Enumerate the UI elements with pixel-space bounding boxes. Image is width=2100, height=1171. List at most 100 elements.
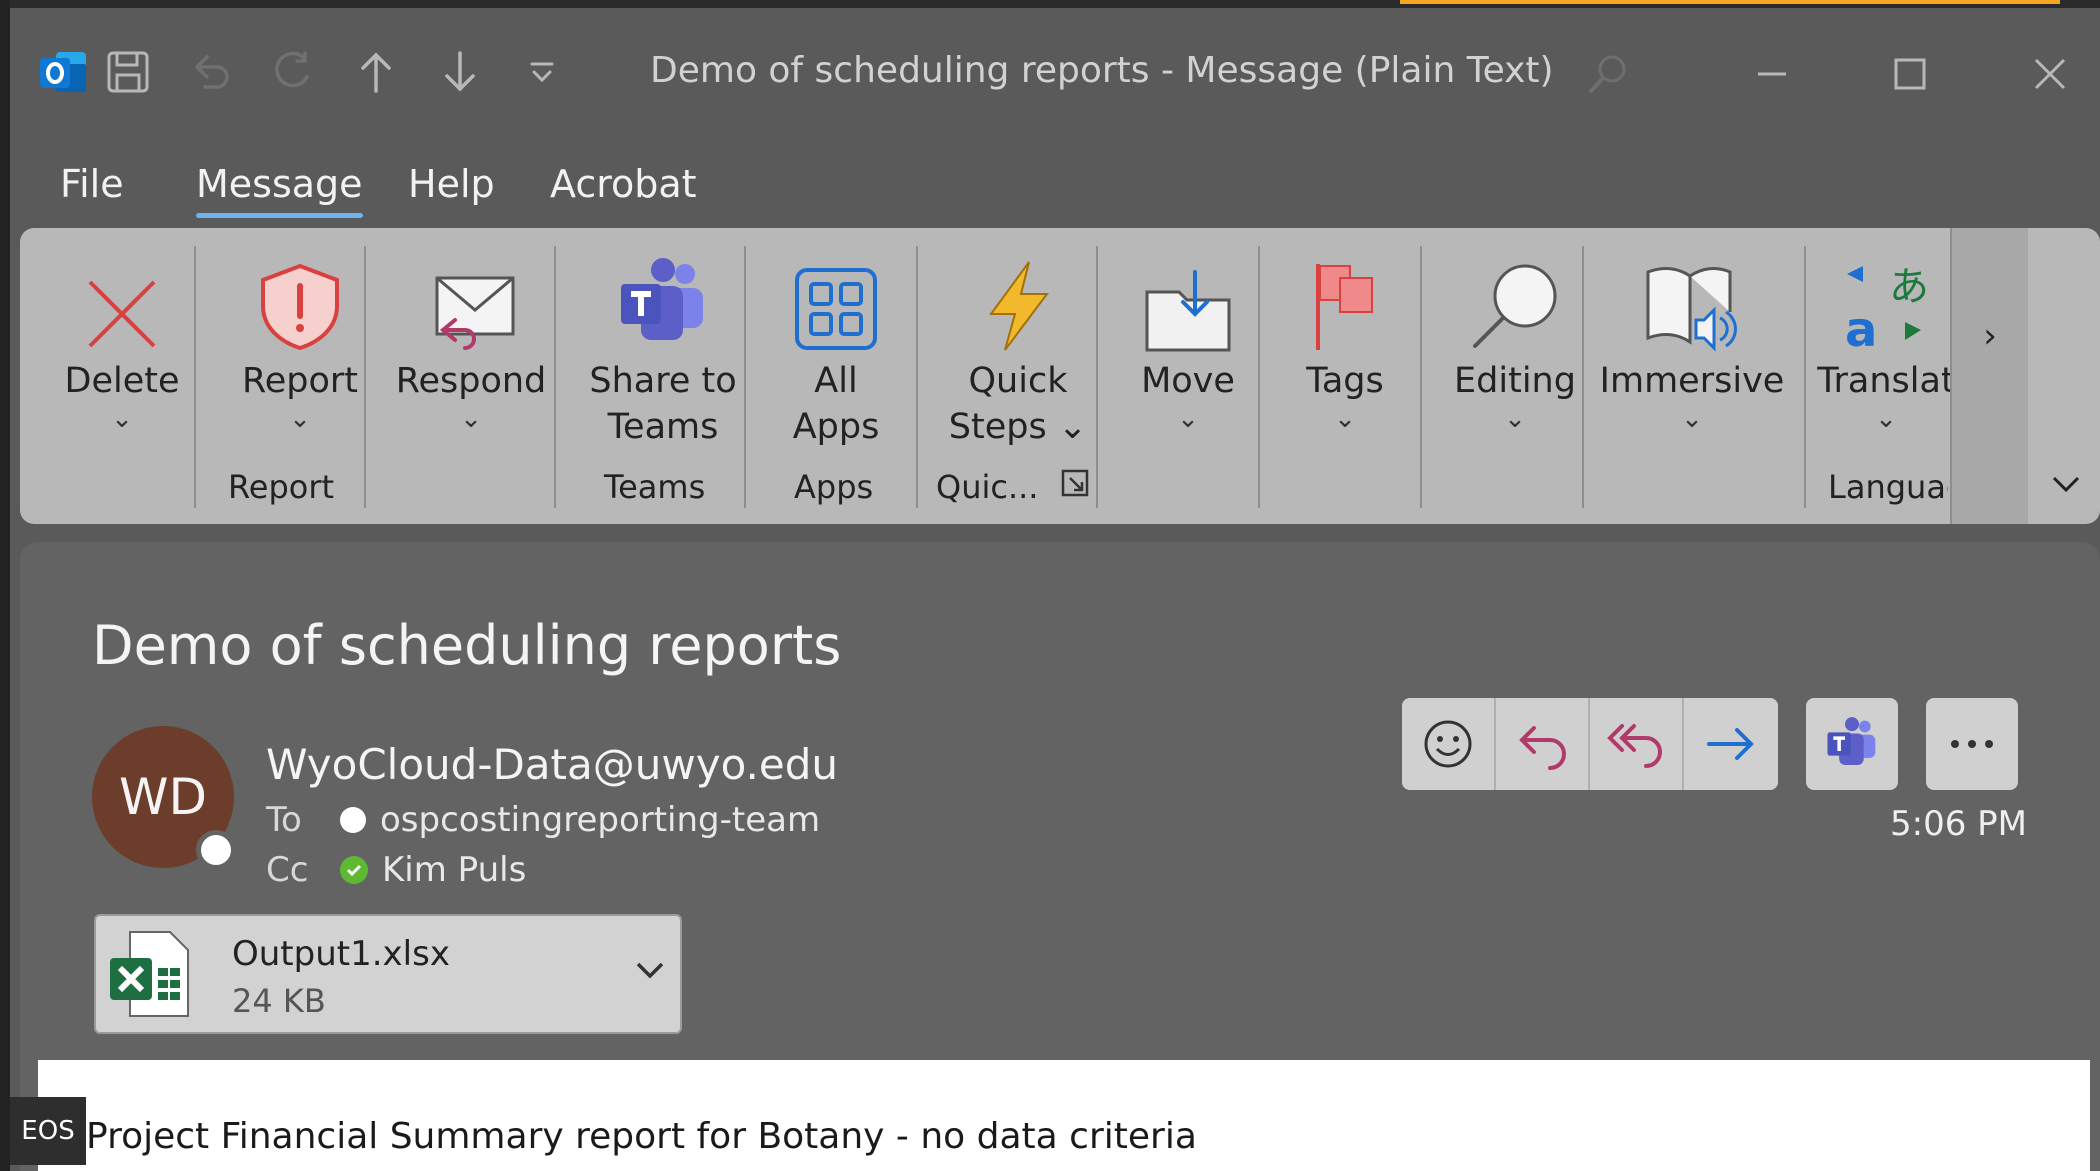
next-item-icon[interactable] [432, 44, 488, 100]
teams-icon [615, 248, 711, 352]
message-body-text: Project Financial Summary report for Bot… [86, 1116, 1197, 1157]
to-line: To ospcostingreporting-team [266, 800, 820, 840]
respond-label: Respond [395, 361, 547, 401]
undo-icon[interactable] [182, 44, 238, 100]
tab-message[interactable]: Message [196, 162, 363, 218]
search-icon [1469, 248, 1561, 352]
group-label-apps: Apps [794, 468, 874, 506]
chevron-down-icon: ⌄ [460, 404, 482, 434]
chevron-down-icon: ⌄ [1681, 404, 1703, 434]
attachment-name: Output1.xlsx [232, 934, 450, 974]
tags-label: Tags [1306, 361, 1384, 401]
ribbon-separator [916, 246, 918, 508]
reply-button[interactable] [1496, 698, 1590, 790]
redo-icon[interactable] [264, 44, 320, 100]
message-pane: Demo of scheduling reports WD WyoCloud-D… [20, 542, 2100, 1171]
lightning-icon [983, 248, 1053, 352]
to-label: To [266, 800, 302, 840]
chevron-down-icon: ⌄ [1504, 404, 1526, 434]
maximize-button[interactable] [1880, 44, 1940, 104]
forward-button[interactable] [1684, 698, 1778, 790]
quick-steps-button[interactable]: Quick Steps ⌄ [928, 240, 1108, 460]
translate-label: Translat [1817, 361, 1955, 401]
group-label-quick-steps: Quic... [936, 468, 1039, 506]
save-icon[interactable] [100, 44, 156, 100]
move-button[interactable]: Move ⌄ [1108, 240, 1268, 460]
cc-recipient[interactable]: Kim Puls [382, 850, 526, 890]
svg-text:a: a [1845, 302, 1877, 352]
customize-toolbar-icon[interactable] [514, 44, 570, 100]
message-body[interactable]: Project Financial Summary report for Bot… [38, 1060, 2090, 1171]
ribbon-separator [1804, 246, 1806, 508]
all-apps-button[interactable]: All Apps [756, 240, 916, 460]
delete-icon [84, 248, 160, 352]
translate-icon: あa [1841, 248, 1931, 352]
group-label-language: Languag [1828, 468, 1948, 506]
chevron-right-icon: › [1983, 316, 1997, 356]
report-label: Report [241, 361, 359, 401]
attachment-card[interactable]: Output1.xlsx 24 KB [94, 914, 682, 1034]
delete-button[interactable]: Delete ⌄ [42, 240, 202, 460]
respond-envelope-icon [425, 248, 517, 352]
ribbon-separator [744, 246, 746, 508]
chevron-down-icon: ⌄ [111, 404, 133, 434]
cc-label: Cc [266, 850, 309, 890]
editing-button[interactable]: Editing ⌄ [1432, 240, 1598, 460]
tab-help[interactable]: Help [408, 162, 495, 206]
more-actions-button[interactable] [1926, 698, 2018, 790]
dialog-launcher-icon[interactable] [1060, 468, 1090, 506]
react-button[interactable] [1402, 698, 1496, 790]
quick-steps-label: Quick Steps ⌄ [948, 361, 1088, 447]
reply-all-button[interactable] [1590, 698, 1684, 790]
forward-icon [1707, 728, 1754, 760]
immersive-reader-button[interactable]: Immersive ⌄ [1594, 240, 1790, 460]
message-subject: Demo of scheduling reports [92, 614, 842, 677]
chevron-down-icon: ⌄ [1334, 404, 1356, 434]
smiley-icon [1424, 720, 1472, 768]
ribbon-separator [364, 246, 366, 508]
window-left-edge [0, 0, 10, 1171]
chevron-down-icon: ⌄ [1177, 404, 1199, 434]
group-label-report: Report [228, 468, 335, 506]
to-recipient[interactable]: ospcostingreporting-team [380, 800, 820, 840]
report-button[interactable]: Report ⌄ [210, 240, 390, 460]
all-apps-label: All Apps [792, 361, 880, 447]
sender-email[interactable]: WyoCloud-Data@uwyo.edu [266, 740, 838, 789]
tags-button[interactable]: Tags ⌄ [1270, 240, 1420, 460]
ribbon-separator [194, 246, 196, 508]
teams-share-button[interactable] [1806, 698, 1898, 790]
presence-status-icon [196, 830, 236, 870]
ribbon-separator [554, 246, 556, 508]
tab-file[interactable]: File [60, 162, 124, 206]
move-folder-icon [1143, 248, 1233, 352]
apps-grid-icon [793, 248, 879, 352]
attachment-dropdown-button[interactable] [632, 952, 668, 992]
close-button[interactable] [2020, 44, 2080, 104]
excel-file-icon [108, 928, 192, 1024]
minimize-button[interactable] [1742, 44, 1802, 104]
previous-item-icon[interactable] [348, 44, 404, 100]
cc-line: Cc Kim Puls [266, 850, 526, 890]
tab-acrobat[interactable]: Acrobat [550, 162, 697, 206]
title-bar: Demo of scheduling reports - Message (Pl… [10, 8, 2100, 136]
reaction-reply-group [1402, 698, 1778, 790]
teams-icon [1827, 717, 1876, 765]
ribbon-scroll-right-button[interactable]: › [1950, 228, 2028, 524]
ribbon-separator [1420, 246, 1422, 508]
message-actions [1402, 698, 2018, 790]
share-to-teams-label: Share to Teams [589, 361, 737, 447]
ribbon-collapse-button[interactable] [2050, 468, 2082, 509]
translate-button[interactable]: あa Translat ⌄ [1816, 240, 1956, 460]
search-icon[interactable] [1578, 44, 1638, 104]
taskbar-highlight [1400, 0, 2060, 4]
window-title: Demo of scheduling reports - Message (Pl… [650, 50, 1554, 91]
flag-icon [1310, 248, 1380, 352]
immersive-label: Immersive [1599, 361, 1785, 401]
presence-unknown-icon [340, 807, 366, 833]
ribbon: Delete ⌄ Report ⌄ Report Respond ⌄ Share… [20, 228, 2100, 524]
share-to-teams-button[interactable]: Share to Teams [568, 240, 758, 460]
ribbon-separator [1258, 246, 1260, 508]
group-label-teams: Teams [604, 468, 706, 506]
respond-button[interactable]: Respond ⌄ [376, 240, 566, 460]
editing-label: Editing [1454, 361, 1576, 401]
